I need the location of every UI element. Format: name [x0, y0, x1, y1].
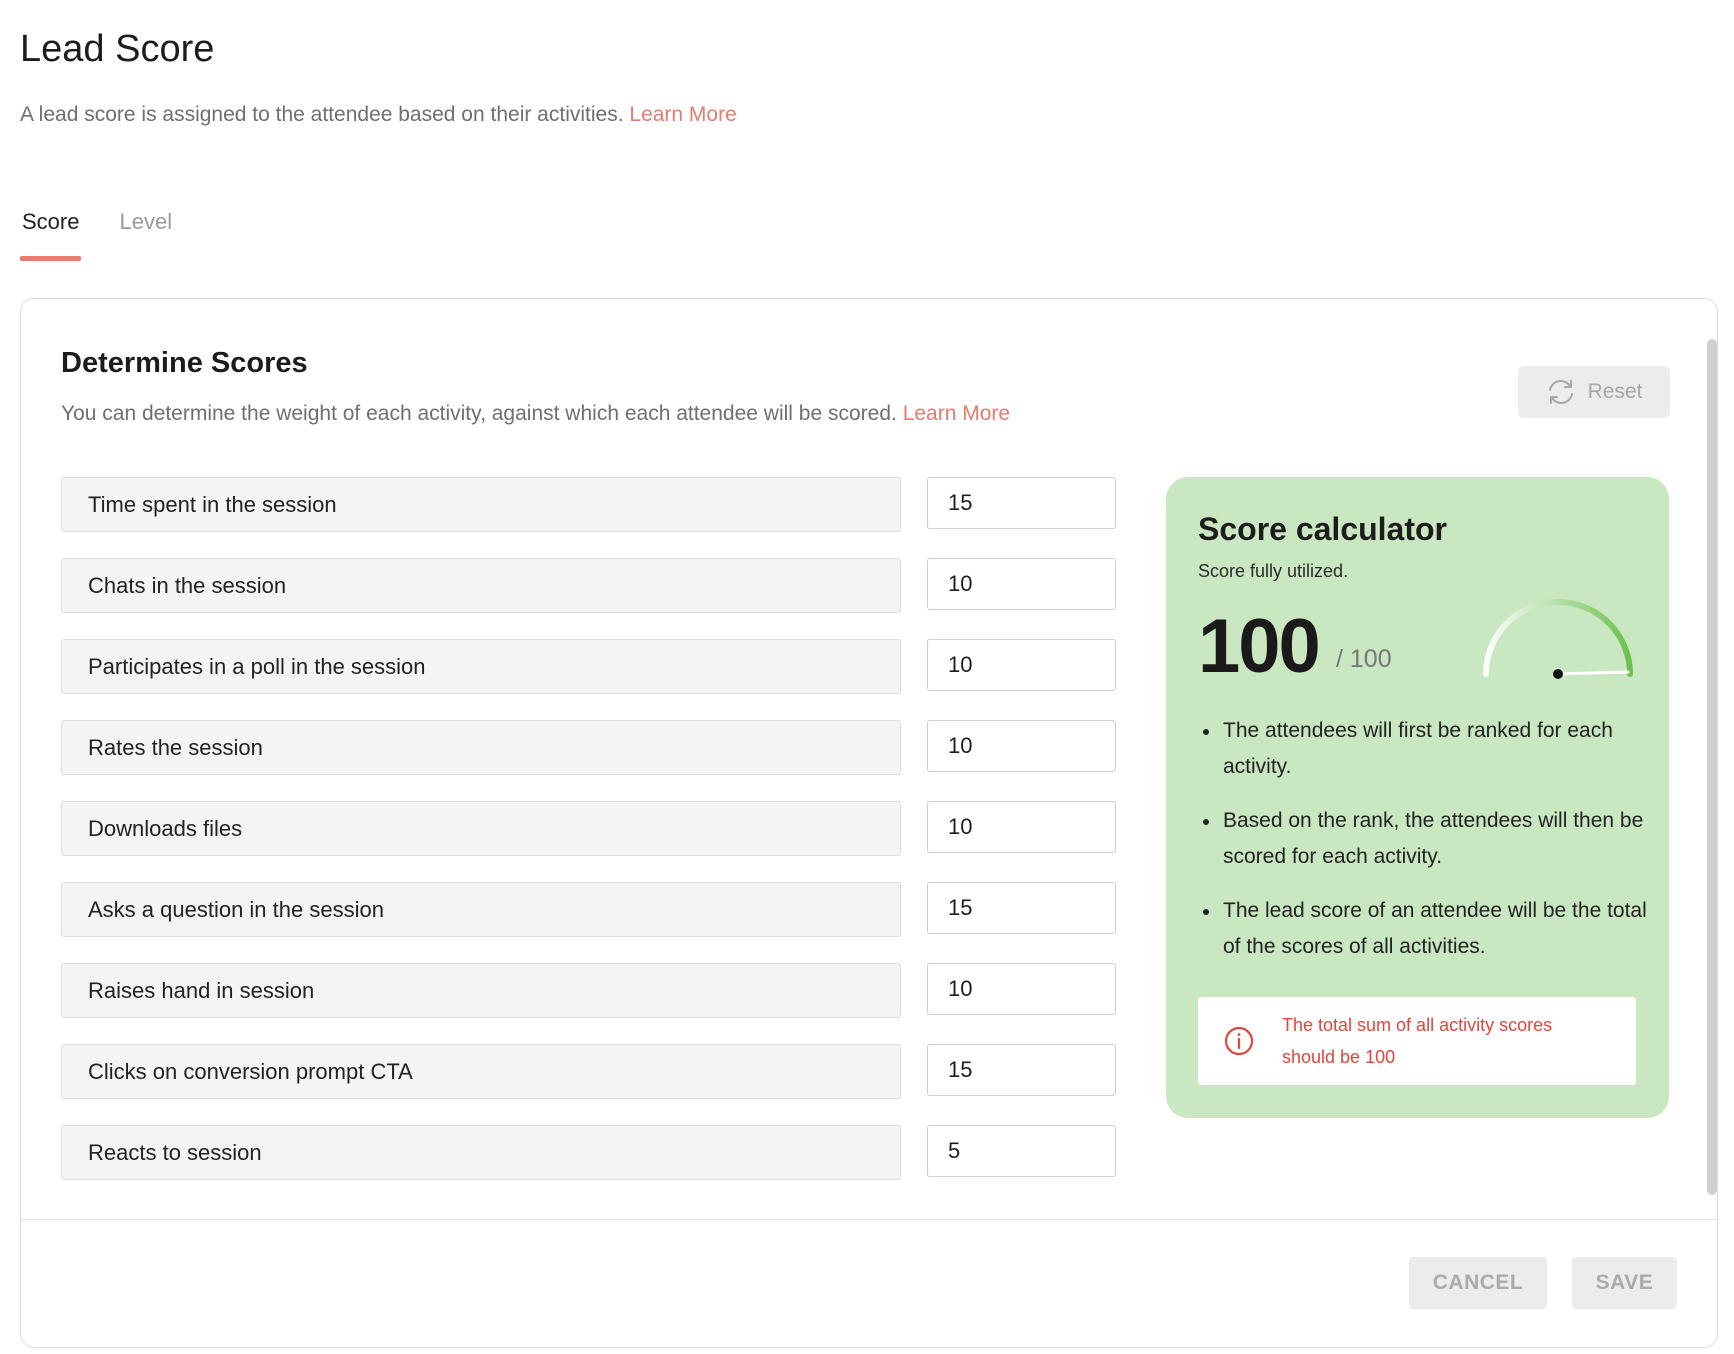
cancel-button[interactable]: CANCEL — [1409, 1257, 1547, 1309]
page-subtitle: A lead score is assigned to the attendee… — [20, 103, 737, 127]
activity-label: Rates the session — [61, 720, 901, 775]
footer-divider — [21, 1219, 1717, 1220]
gauge-icon — [1483, 599, 1633, 679]
section-learn-more-link[interactable]: Learn More — [903, 402, 1010, 425]
tab-score[interactable]: Score — [20, 205, 82, 261]
learn-more-link[interactable]: Learn More — [629, 103, 736, 126]
gauge-needle — [1556, 670, 1630, 676]
calculator-note: The attendees will first be ranked for e… — [1198, 713, 1648, 785]
save-button[interactable]: SAVE — [1572, 1257, 1677, 1309]
section-title: Determine Scores — [61, 347, 308, 379]
calculator-score: 100 — [1198, 604, 1321, 689]
gauge-arc — [1483, 599, 1633, 677]
section-description: You can determine the weight of each act… — [61, 402, 1010, 426]
activity-score-input[interactable] — [927, 963, 1116, 1015]
warning-box: The total sum of all activity scores sho… — [1198, 997, 1636, 1085]
activity-label: Clicks on conversion prompt CTA — [61, 1044, 901, 1099]
tab-bar: Score Level — [20, 205, 210, 261]
activity-score-input[interactable] — [927, 801, 1116, 853]
activity-score-input[interactable] — [927, 720, 1116, 772]
activity-label: Reacts to session — [61, 1125, 901, 1180]
activity-label: Downloads files — [61, 801, 901, 856]
activity-score-input[interactable] — [927, 1125, 1116, 1177]
scrollbar[interactable] — [1707, 339, 1717, 1195]
reset-button[interactable]: Reset — [1518, 366, 1670, 418]
activity-label: Time spent in the session — [61, 477, 901, 532]
activity-label: Participates in a poll in the session — [61, 639, 901, 694]
activity-score-input[interactable] — [927, 639, 1116, 691]
calculator-notes: The attendees will first be ranked for e… — [1198, 713, 1648, 983]
gauge-pivot — [1553, 669, 1563, 679]
activity-score-input[interactable] — [927, 558, 1116, 610]
page-subtitle-text: A lead score is assigned to the attendee… — [20, 103, 624, 126]
activity-score-input[interactable] — [927, 477, 1116, 529]
activity-label: Asks a question in the session — [61, 882, 901, 937]
calculator-note: The lead score of an attendee will be th… — [1198, 893, 1648, 965]
info-circle-icon — [1224, 1026, 1254, 1056]
activity-label: Chats in the session — [61, 558, 901, 613]
calculator-note: Based on the rank, the attendees will th… — [1198, 803, 1648, 875]
determine-scores-card: Determine Scores You can determine the w… — [20, 298, 1718, 1348]
tab-level[interactable]: Level — [117, 205, 174, 261]
score-calculator: Score calculator Score fully utilized. 1… — [1166, 477, 1669, 1118]
page-title: Lead Score — [20, 28, 215, 70]
reset-label: Reset — [1587, 380, 1643, 403]
calculator-title: Score calculator — [1198, 511, 1447, 547]
calculator-status: Score fully utilized. — [1198, 561, 1349, 581]
section-description-text: You can determine the weight of each act… — [61, 402, 897, 425]
activity-score-input[interactable] — [927, 1044, 1116, 1096]
calculator-max: / 100 — [1336, 645, 1392, 673]
activity-score-input[interactable] — [927, 882, 1116, 934]
refresh-icon — [1548, 380, 1573, 404]
activity-label: Raises hand in session — [61, 963, 901, 1018]
warning-text: The total sum of all activity scores sho… — [1282, 1015, 1553, 1067]
